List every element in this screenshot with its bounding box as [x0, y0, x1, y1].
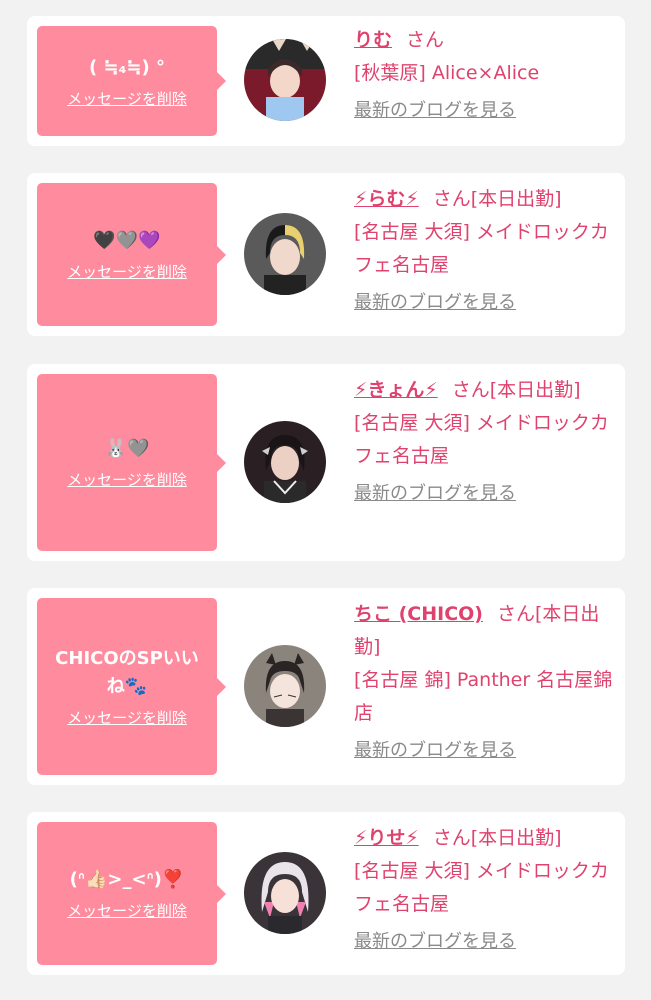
message-bubble: 🐰🩶 メッセージを削除 [37, 374, 226, 551]
avatar[interactable] [244, 213, 326, 295]
cast-info: ⚡きょん⚡ さん[本日出勤] [名古屋 大須] メイドロックカフェ名古屋 最新のブ… [354, 374, 616, 510]
cast-name-link[interactable]: ⚡りせ⚡ [354, 827, 419, 849]
shop-location: [名古屋 錦] Panther 名古屋錦店 [354, 669, 613, 724]
message-text: ( ≒₄≒) ° [88, 56, 166, 78]
message-text: CHICOのSPいいね🐾 [55, 648, 199, 697]
shop-location: [名古屋 大須] メイドロックカフェ名古屋 [354, 860, 609, 915]
honorific: さん [497, 603, 536, 625]
latest-blog-link[interactable]: 最新のブログを見る [354, 94, 516, 127]
message-bubble: ( ≒₄≒) ° メッセージを削除 [37, 26, 226, 136]
cast-info: りむ さん [秋葉原] Alice×Alice 最新のブログを見る [354, 24, 616, 127]
delete-message-link[interactable]: メッセージを削除 [67, 469, 187, 490]
delete-message-link[interactable]: メッセージを削除 [67, 88, 187, 109]
avatar[interactable] [244, 39, 326, 121]
avatar[interactable] [244, 645, 326, 727]
latest-blog-link[interactable]: 最新のブログを見る [354, 734, 516, 767]
honorific: さん [406, 29, 445, 51]
message-text: (ᐢ👍🏻>_<ᐢ)❣️ [69, 869, 185, 890]
status-badge: [本日出勤] [470, 188, 562, 210]
message-card: CHICOのSPいいね🐾 メッセージを削除 ちこ (CHICO) さん[本日出勤]… [27, 588, 625, 785]
latest-blog-link[interactable]: 最新のブログを見る [354, 286, 516, 319]
honorific: さん [451, 379, 490, 401]
message-bubble: 🖤🩶💜 メッセージを削除 [37, 183, 226, 326]
message-text: 🖤🩶💜 [93, 230, 161, 251]
cast-name-link[interactable]: りむ [354, 29, 392, 51]
cast-info: ちこ (CHICO) さん[本日出勤] [名古屋 錦] Panther 名古屋錦店… [354, 598, 616, 767]
status-badge: [本日出勤] [489, 379, 581, 401]
message-card: 🐰🩶 メッセージを削除 ⚡きょん⚡ さん[本日出勤] [名古屋 大須] メイドロッ… [27, 364, 625, 561]
message-card: ( ≒₄≒) ° メッセージを削除 りむ さん [秋葉原] Alice×Alice… [27, 16, 625, 146]
cast-name-link[interactable]: ちこ (CHICO) [354, 603, 483, 625]
shop-location: [名古屋 大須] メイドロックカフェ名古屋 [354, 221, 609, 276]
cast-name-link[interactable]: ⚡きょん⚡ [354, 379, 438, 401]
honorific: さん [432, 188, 471, 210]
message-bubble: (ᐢ👍🏻>_<ᐢ)❣️ メッセージを削除 [37, 822, 226, 965]
avatar[interactable] [244, 852, 326, 934]
avatar[interactable] [244, 421, 326, 503]
message-card: 🖤🩶💜 メッセージを削除 ⚡らむ⚡ さん[本日出勤] [名古屋 大須] メイドロッ… [27, 173, 625, 336]
shop-location: [名古屋 大須] メイドロックカフェ名古屋 [354, 412, 609, 467]
delete-message-link[interactable]: メッセージを削除 [67, 707, 187, 728]
latest-blog-link[interactable]: 最新のブログを見る [354, 925, 516, 958]
message-bubble: CHICOのSPいいね🐾 メッセージを削除 [37, 598, 226, 775]
cast-info: ⚡りせ⚡ さん[本日出勤] [名古屋 大須] メイドロックカフェ名古屋 最新のブロ… [354, 822, 616, 958]
status-badge: [本日出勤] [470, 827, 562, 849]
message-text: 🐰🩶 [104, 438, 150, 459]
delete-message-link[interactable]: メッセージを削除 [67, 900, 187, 921]
honorific: さん [432, 827, 471, 849]
cast-info: ⚡らむ⚡ さん[本日出勤] [名古屋 大須] メイドロックカフェ名古屋 最新のブロ… [354, 183, 616, 319]
delete-message-link[interactable]: メッセージを削除 [67, 261, 187, 282]
cast-name-link[interactable]: ⚡らむ⚡ [354, 188, 419, 210]
latest-blog-link[interactable]: 最新のブログを見る [354, 477, 516, 510]
message-card: (ᐢ👍🏻>_<ᐢ)❣️ メッセージを削除 ⚡りせ⚡ さん[本日出勤] [名古屋 大… [27, 812, 625, 975]
shop-location: [秋葉原] Alice×Alice [354, 62, 540, 84]
